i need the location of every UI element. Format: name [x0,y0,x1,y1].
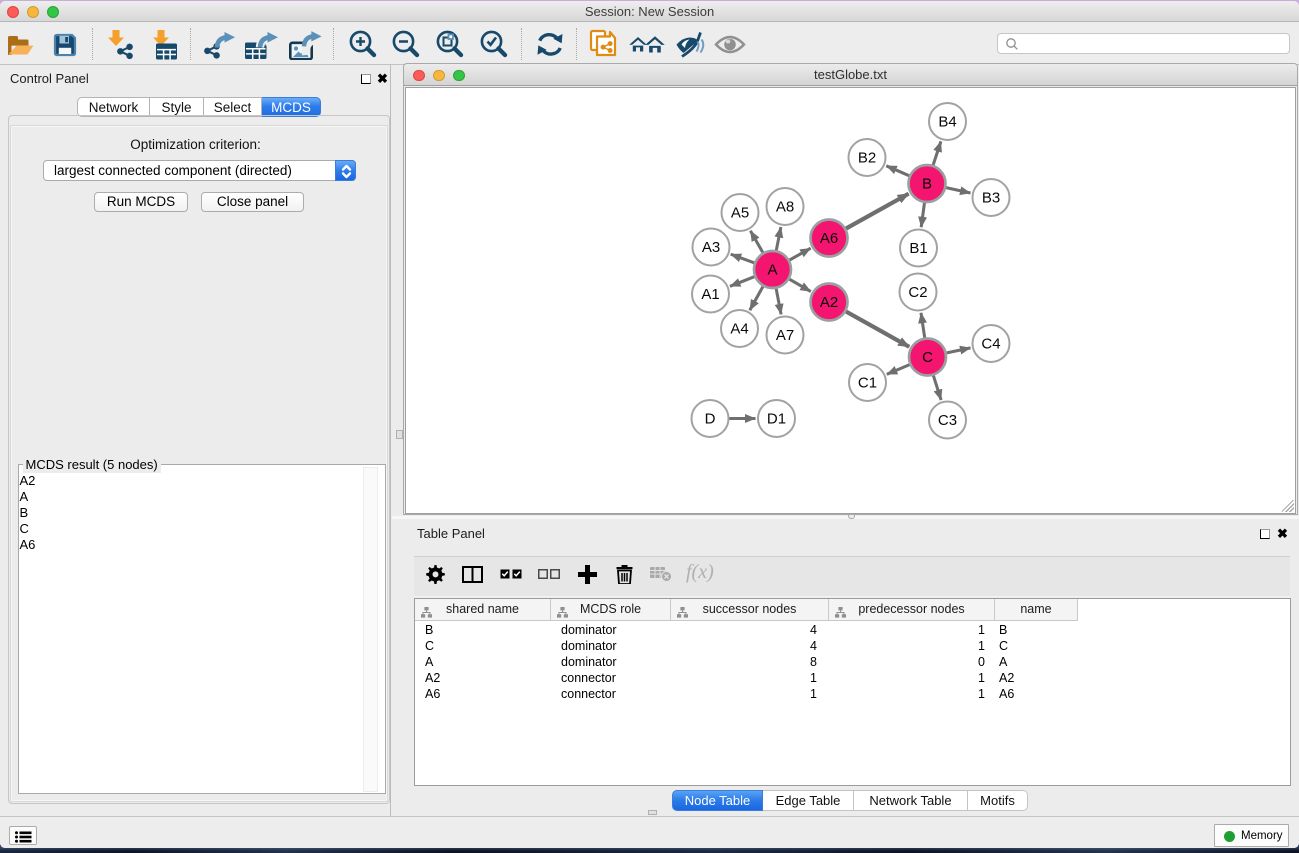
svg-text:A8: A8 [776,199,794,216]
svg-text:B: B [922,176,932,193]
svg-text:A6: A6 [820,230,838,247]
svg-text:A3: A3 [702,239,720,256]
svg-text:B3: B3 [982,190,1000,207]
svg-text:A2: A2 [820,294,838,311]
svg-text:C: C [922,349,933,366]
svg-text:C1: C1 [858,375,877,392]
svg-text:D: D [705,411,716,428]
svg-text:A4: A4 [730,321,748,338]
svg-text:A7: A7 [776,327,794,344]
svg-text:C2: C2 [908,284,927,301]
svg-text:A1: A1 [701,286,719,303]
svg-text:D1: D1 [767,411,786,428]
svg-text:B1: B1 [909,240,927,257]
svg-text:C4: C4 [981,336,1000,353]
svg-text:B4: B4 [938,114,956,131]
svg-text:B2: B2 [858,150,876,167]
svg-text:A: A [767,262,777,279]
svg-text:C3: C3 [938,412,957,429]
svg-text:A5: A5 [731,205,749,222]
